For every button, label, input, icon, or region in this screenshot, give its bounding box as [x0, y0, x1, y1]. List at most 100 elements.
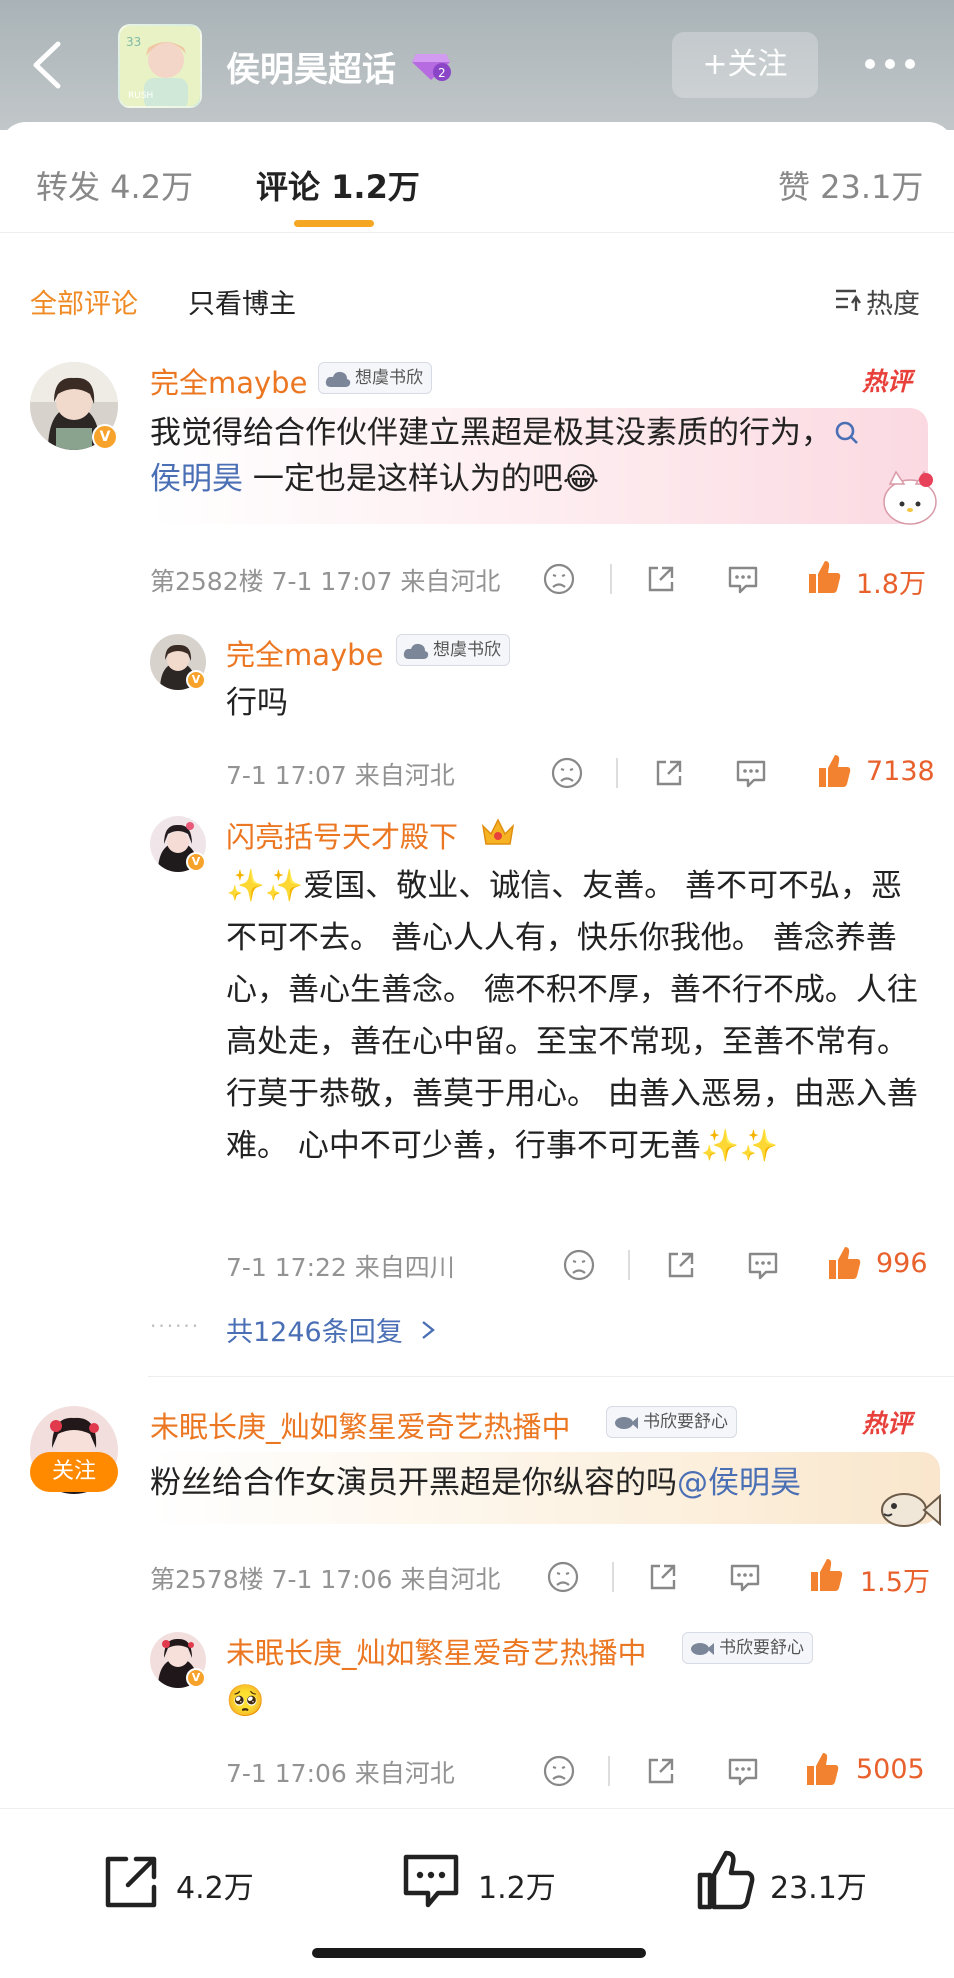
fan-badge[interactable]: 书欣要舒心 — [682, 1632, 813, 1664]
fan-badge[interactable]: 书欣要舒心 — [606, 1406, 737, 1438]
sort-icon[interactable] — [834, 285, 862, 313]
like-icon[interactable] — [694, 1847, 756, 1913]
repost-icon[interactable] — [100, 1851, 162, 1913]
comment-text-part: 一定也是这样认为的吧😂 — [243, 461, 600, 497]
back-arrow-icon[interactable] — [28, 40, 68, 90]
comment-count[interactable]: 1.2万 — [478, 1863, 556, 1907]
divider — [610, 564, 612, 594]
reply-icon[interactable] — [728, 1560, 762, 1594]
divider — [612, 1562, 614, 1592]
fan-badge-label: 书欣要舒心 — [643, 1412, 728, 1432]
verified-badge-icon: V — [186, 670, 206, 690]
share-icon[interactable] — [652, 756, 686, 790]
comment-username[interactable]: 完全maybe — [150, 360, 307, 402]
tab-likes[interactable]: 赞 23.1万 — [778, 162, 923, 208]
like-icon[interactable] — [808, 1556, 844, 1594]
like-icon[interactable] — [816, 752, 852, 790]
reply-text: 行吗 — [226, 685, 288, 721]
repost-count[interactable]: 4.2万 — [176, 1863, 254, 1907]
comment-text-part: 粉丝给合作女演员开黑超是你纵容的吗 — [150, 1465, 677, 1501]
like-count: 1.5万 — [860, 1567, 930, 1598]
home-indicator — [312, 1948, 646, 1958]
verified-badge-icon: V — [186, 1668, 206, 1688]
fish-icon — [691, 1643, 714, 1655]
comment-text: 我觉得给合作伙伴建立黑超是极其没素质的行为， 侯明昊 一定也是这样认为的吧😂 — [150, 410, 876, 502]
active-tab-indicator — [294, 220, 374, 227]
like-count: 7138 — [866, 756, 935, 787]
divider — [628, 1250, 630, 1280]
like-count-total[interactable]: 23.1万 — [770, 1863, 867, 1907]
top-bar: 33 RUSH 侯明昊超话 2 +关注 — [0, 0, 954, 130]
filter-author-only[interactable]: 只看博主 — [188, 282, 296, 321]
fish-sticker-icon — [881, 1493, 941, 1527]
fan-badge-label: 想虞书欣 — [355, 368, 423, 388]
sort-hot-label[interactable]: 热度 — [866, 282, 920, 321]
page-title: 侯明昊超话 — [226, 50, 396, 90]
reply-icon[interactable] — [726, 562, 760, 596]
fish-icon — [615, 1417, 638, 1429]
mention-link[interactable]: @侯明昊 — [677, 1465, 801, 1501]
comment-icon[interactable] — [400, 1849, 462, 1913]
reply-username[interactable]: 完全maybe — [226, 632, 383, 674]
dislike-icon[interactable] — [550, 756, 584, 790]
divider — [608, 1756, 610, 1786]
reply-meta: 7-1 17:06 来自河北 — [226, 1759, 455, 1788]
dislike-icon[interactable] — [562, 1248, 596, 1282]
comment-text: 粉丝给合作女演员开黑超是你纵容的吗@侯明昊 — [150, 1460, 910, 1506]
share-icon[interactable] — [644, 562, 678, 596]
reply-username[interactable]: 未眠长庚_灿如繁星爱奇艺热播中 — [226, 1630, 647, 1672]
supertopic-level-icon: 2 — [412, 54, 451, 81]
reply-icon[interactable] — [734, 756, 768, 790]
like-count: 5005 — [856, 1754, 925, 1785]
reply-icon[interactable] — [746, 1248, 780, 1282]
chevron-right-icon — [422, 1321, 436, 1339]
svg-text:2: 2 — [438, 66, 446, 80]
comment-separator — [148, 1376, 954, 1377]
fan-badge[interactable]: 想虞书欣 — [396, 634, 510, 666]
like-count: 1.8万 — [856, 569, 926, 600]
comment-username[interactable]: 未眠长庚_灿如繁星爱奇艺热播中 — [150, 1404, 571, 1446]
supertopic-avatar[interactable]: 33 RUSH — [118, 24, 202, 108]
cloud-icon — [325, 371, 351, 387]
reply-meta: 7-1 17:22 来自四川 — [226, 1253, 455, 1282]
share-icon[interactable] — [664, 1248, 698, 1282]
hot-comment-badge: 热评 — [862, 1409, 913, 1438]
like-count: 996 — [876, 1248, 928, 1279]
cloud-icon — [403, 643, 429, 659]
fan-badge-label: 想虞书欣 — [433, 640, 501, 660]
like-icon[interactable] — [806, 558, 842, 596]
divider — [616, 758, 618, 788]
reply-total-label: 共1246条回复 — [226, 1317, 403, 1348]
hello-kitty-sticker-icon — [883, 470, 937, 525]
crown-icon — [481, 818, 515, 845]
mention-text: 侯明昊 — [150, 461, 243, 497]
dislike-icon[interactable] — [542, 562, 576, 596]
svg-text:33: 33 — [126, 35, 141, 49]
verified-badge-icon: V — [186, 852, 206, 872]
svg-text:RUSH: RUSH — [128, 91, 153, 101]
hot-comment-badge: 热评 — [862, 367, 913, 396]
reply-username[interactable]: 闪亮括号天才殿下 — [226, 814, 458, 856]
comment-meta: 第2582楼 7-1 17:07 来自河北 — [150, 567, 501, 596]
share-icon[interactable] — [644, 1754, 678, 1788]
search-icon — [835, 421, 858, 444]
like-icon[interactable] — [804, 1750, 840, 1788]
tab-repost[interactable]: 转发 4.2万 — [36, 162, 193, 208]
fan-badge[interactable]: 想虞书欣 — [318, 362, 432, 394]
view-all-replies-link[interactable]: 共1246条回复 — [226, 1310, 437, 1349]
dislike-icon[interactable] — [542, 1754, 576, 1788]
reply-meta: 7-1 17:07 来自河北 — [226, 761, 455, 790]
more-replies-dots: ······ — [150, 1314, 201, 1338]
dislike-icon[interactable] — [546, 1560, 580, 1594]
share-icon[interactable] — [646, 1560, 680, 1594]
reply-icon[interactable] — [726, 1754, 760, 1788]
follow-button[interactable]: 关注 — [30, 1452, 118, 1492]
verified-badge-icon: V — [92, 424, 118, 450]
comment-meta: 第2578楼 7-1 17:06 来自河北 — [150, 1565, 501, 1594]
filter-all-comments[interactable]: 全部评论 — [30, 282, 138, 321]
more-icon[interactable] — [862, 50, 918, 78]
comment-text-part: 我觉得给合作伙伴建立黑超是极其没素质的行为， — [150, 415, 832, 451]
tab-comments[interactable]: 评论 1.2万 — [256, 162, 420, 208]
like-icon[interactable] — [826, 1244, 862, 1282]
follow-button[interactable]: +关注 — [672, 32, 818, 98]
